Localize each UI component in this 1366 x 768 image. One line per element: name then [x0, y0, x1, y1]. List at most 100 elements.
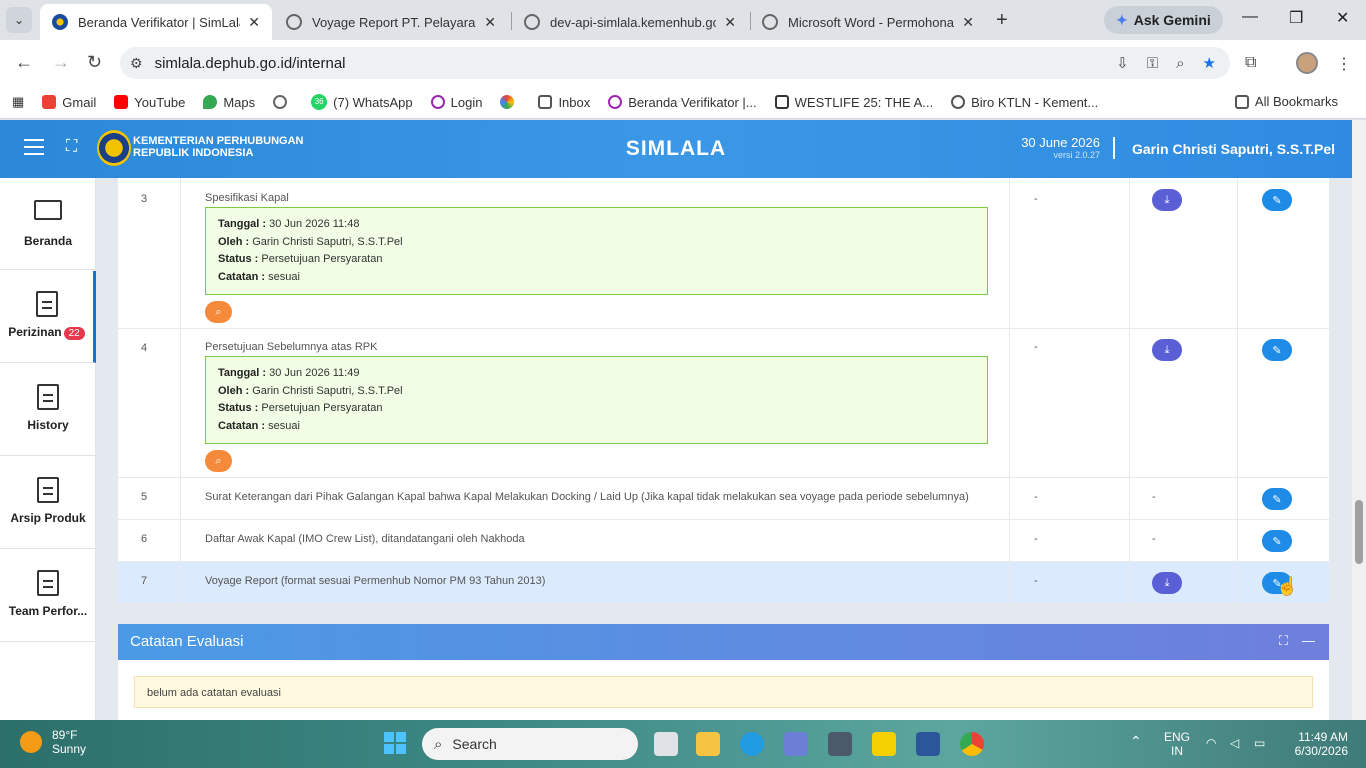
sidebar-item-team-performance[interactable]: Team Perfor...: [0, 550, 96, 642]
requirement-name: Daftar Awak Kapal (IMO Crew List), ditan…: [181, 520, 1010, 561]
bookmark-globe[interactable]: [273, 95, 293, 109]
bookmark-beranda-verifikator[interactable]: Beranda Verifikator |...: [608, 95, 757, 110]
col-a-value: -: [1010, 178, 1130, 328]
sidebar-item-perizinan[interactable]: Perizinan 22: [0, 271, 96, 363]
clock[interactable]: 11:49 AM 6/30/2026: [1286, 730, 1348, 758]
bookmark-biro-ktln[interactable]: Biro KTLN - Kement...: [951, 95, 1098, 110]
forward-arrow-icon[interactable]: →: [52, 52, 70, 73]
taskbar-search[interactable]: ⌕ Search: [422, 728, 638, 760]
note-status: Persetujuan Persyaratan: [261, 402, 383, 414]
volume-muted-icon[interactable]: ◁: [1230, 736, 1239, 750]
restore-window-icon[interactable]: ❐: [1289, 8, 1303, 28]
app-icon[interactable]: [784, 732, 808, 756]
extensions-puzzle-icon[interactable]: ⧉: [1245, 54, 1256, 72]
password-key-icon[interactable]: ⚿: [1147, 55, 1158, 72]
time: 11:49 AM: [1298, 730, 1348, 744]
address-bar[interactable]: ⚙ simlala.dephub.go.id/internal ⇩ ⚿ ⌕ ★: [120, 47, 1230, 79]
inbox-icon: [538, 95, 553, 109]
tab-voyage-report[interactable]: Voyage Report PT. Pelayaran In ✕: [274, 4, 508, 40]
language-indicator[interactable]: ENG IN: [1164, 730, 1190, 758]
bookmark-youtube[interactable]: YouTube: [114, 95, 185, 110]
sidebar-item-history[interactable]: History: [0, 364, 96, 456]
site-info-icon[interactable]: ⚙: [130, 55, 143, 72]
verification-note: Tanggal : 30 Jun 2026 11:48 Oleh : Garin…: [205, 207, 988, 295]
tab-microsoft-word[interactable]: Microsoft Word - Permohonan ✕: [750, 4, 986, 40]
tab-beranda-verifikator[interactable]: Beranda Verifikator | SimLala ✕: [40, 4, 272, 40]
scrollbar-thumb[interactable]: [1355, 500, 1363, 564]
wifi-icon[interactable]: ◠: [1206, 736, 1216, 750]
download-cell: ⤓: [1130, 562, 1238, 603]
battery-icon[interactable]: ▭: [1254, 736, 1265, 750]
evaluation-notes-title: Catatan Evaluasi: [130, 633, 244, 650]
table-row: 4 Persetujuan Sebelumnya atas RPK Tangga…: [118, 329, 1329, 478]
back-arrow-icon[interactable]: ←: [15, 52, 33, 73]
reload-icon[interactable]: ↻: [87, 52, 102, 73]
main-content: 3 Spesifikasi Kapal Tanggal : 30 Jun 202…: [96, 178, 1352, 720]
tray-chevron-icon[interactable]: ⌃: [1130, 734, 1142, 748]
app-header: ⛶ KEMENTERIAN PERHUBUNGAN REPUBLIK INDON…: [0, 120, 1352, 178]
word-icon[interactable]: [916, 732, 940, 756]
tab-dev-api[interactable]: dev-api-simlala.kemenhub.go.id ✕: [512, 4, 748, 40]
expand-icon[interactable]: ⛶: [1279, 633, 1288, 649]
evaluation-empty-message: belum ada catatan evaluasi: [134, 676, 1313, 708]
sticky-notes-icon[interactable]: [872, 732, 896, 756]
download-cell: -: [1130, 478, 1238, 519]
bookmark-label: YouTube: [134, 94, 186, 110]
minimize-window-icon[interactable]: —: [1242, 8, 1258, 26]
bookmark-pinwheel[interactable]: [500, 95, 520, 109]
bookmark-login[interactable]: Login: [430, 95, 482, 110]
edit-button[interactable]: ✎: [1262, 488, 1292, 510]
apps-grid-icon[interactable]: ▦: [12, 94, 24, 110]
note-status: Persetujuan Persyaratan: [261, 253, 383, 265]
preview-zoom-button[interactable]: ⌕: [205, 450, 232, 472]
table-row: 3 Spesifikasi Kapal Tanggal : 30 Jun 202…: [118, 178, 1329, 329]
gmail-icon: [42, 95, 57, 109]
page-scrollbar[interactable]: [1352, 120, 1366, 720]
weather-widget[interactable]: 89°F Sunny: [20, 728, 86, 756]
page-icon: [774, 95, 789, 109]
close-window-icon[interactable]: ✕: [1336, 8, 1349, 28]
install-app-icon[interactable]: ⇩: [1116, 54, 1129, 72]
bookmark-westlife[interactable]: WESTLIFE 25: THE A...: [774, 95, 933, 110]
all-bookmarks-button[interactable]: All Bookmarks: [1234, 94, 1338, 109]
collapse-icon[interactable]: —: [1302, 633, 1315, 649]
monitor-icon: [34, 200, 62, 220]
camera-icon[interactable]: [828, 732, 852, 756]
user-name[interactable]: Garin Christi Saputri, S.S.T.Pel: [1132, 141, 1335, 157]
bookmark-maps[interactable]: Maps: [203, 95, 255, 110]
close-tab-icon[interactable]: ✕: [724, 14, 736, 31]
chrome-menu-icon[interactable]: ⋮: [1336, 54, 1352, 74]
edit-button[interactable]: ✎: [1262, 189, 1292, 211]
preview-zoom-button[interactable]: ⌕: [205, 301, 232, 323]
close-tab-icon[interactable]: ✕: [484, 14, 496, 31]
profile-avatar[interactable]: [1296, 52, 1318, 74]
download-button[interactable]: ⤓: [1152, 339, 1182, 361]
ask-gemini-button[interactable]: ✦ Ask Gemini: [1104, 6, 1223, 34]
bookmark-inbox[interactable]: Inbox: [538, 95, 590, 110]
edit-button[interactable]: ✎: [1262, 339, 1292, 361]
sidebar-item-label: Arsip Produk: [10, 511, 86, 525]
windows-start-icon[interactable]: [384, 732, 406, 754]
file-explorer-icon[interactable]: [696, 732, 720, 756]
task-view-icon[interactable]: [654, 732, 678, 756]
new-tab-button[interactable]: +: [996, 9, 1008, 32]
edge-browser-icon[interactable]: [740, 732, 764, 756]
close-tab-icon[interactable]: ✕: [248, 14, 260, 31]
bookmark-gmail[interactable]: Gmail: [42, 95, 96, 110]
folder-icon: [1234, 94, 1249, 109]
tab-search-button[interactable]: ⌄: [6, 7, 32, 33]
close-tab-icon[interactable]: ✕: [962, 14, 974, 31]
requirement-name: Voyage Report (format sesuai Permenhub N…: [181, 562, 1010, 603]
sidebar-item-beranda[interactable]: Beranda: [0, 178, 96, 270]
bookmark-whatsapp[interactable]: 36 (7) WhatsApp: [311, 94, 413, 110]
edit-button[interactable]: ✎: [1262, 530, 1292, 552]
zoom-icon[interactable]: ⌕: [1176, 55, 1184, 72]
sidebar-item-label: Team Perfor...: [8, 604, 88, 618]
browser-tab-bar: ⌄ Beranda Verifikator | SimLala ✕ Voyage…: [0, 0, 1366, 40]
download-button[interactable]: ⤓: [1152, 189, 1182, 211]
sidebar-item-arsip-produk[interactable]: Arsip Produk: [0, 457, 96, 549]
chrome-icon[interactable]: [960, 732, 984, 756]
download-button[interactable]: ⤓: [1152, 572, 1182, 594]
document-icon: [35, 291, 58, 317]
bookmark-star-icon[interactable]: ★: [1203, 54, 1216, 72]
